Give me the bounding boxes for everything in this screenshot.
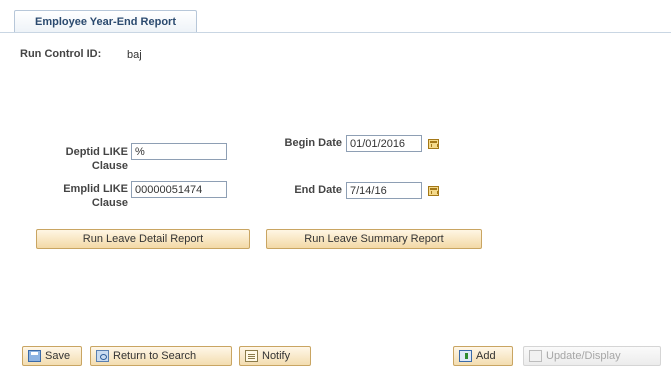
end-date-input[interactable]	[346, 182, 422, 199]
save-icon	[28, 350, 41, 362]
notify-icon	[245, 350, 258, 362]
run-leave-detail-report-button[interactable]: Run Leave Detail Report	[36, 229, 250, 249]
notify-button[interactable]: Notify	[239, 346, 311, 366]
emplid-like-clause-input[interactable]	[131, 181, 227, 198]
add-icon	[459, 350, 472, 362]
begin-date-label: Begin Date	[284, 137, 342, 149]
return-to-search-label: Return to Search	[113, 350, 197, 362]
run-control-id-value: baj	[127, 49, 142, 61]
tab-strip: Employee Year-End Report	[0, 10, 671, 33]
save-button-label: Save	[45, 350, 71, 362]
tab-employee-year-end-report[interactable]: Employee Year-End Report	[14, 10, 197, 32]
run-leave-summary-report-button[interactable]: Run Leave Summary Report	[266, 229, 482, 249]
deptid-like-clause-label: Deptid LIKE Clause	[65, 146, 128, 172]
return-to-search-button[interactable]: Return to Search	[90, 346, 232, 366]
calendar-icon[interactable]	[428, 186, 439, 196]
end-date-label: End Date	[294, 184, 342, 196]
calendar-icon[interactable]	[428, 139, 439, 149]
run-control-id-label: Run Control ID:	[20, 48, 102, 60]
save-button[interactable]: Save	[22, 346, 82, 366]
update-display-button: Update/Display	[523, 346, 661, 366]
deptid-like-clause-input[interactable]	[131, 143, 227, 160]
add-button-label: Add	[476, 350, 496, 362]
return-to-search-icon	[96, 350, 109, 362]
update-display-label: Update/Display	[546, 350, 621, 362]
add-button[interactable]: Add	[453, 346, 513, 366]
emplid-like-clause-label: Emplid LIKE Clause	[63, 183, 128, 209]
update-display-icon	[529, 350, 542, 362]
begin-date-input[interactable]	[346, 135, 422, 152]
notify-button-label: Notify	[262, 350, 291, 362]
